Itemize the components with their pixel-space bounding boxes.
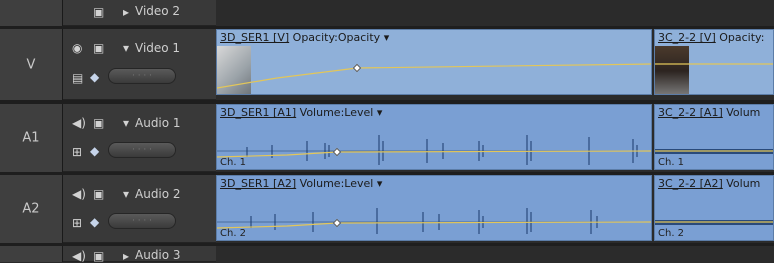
eye-icon[interactable]: ◉ — [72, 42, 82, 54]
collapse-triangle-icon[interactable]: ▾ — [123, 42, 129, 54]
track-name: Audio 3 — [135, 248, 181, 262]
sync-lock-icon[interactable]: ▣ — [93, 117, 104, 129]
collapse-triangle-icon[interactable]: ▾ — [123, 117, 129, 129]
keyframe-icon[interactable]: ◆ — [90, 216, 99, 228]
sync-lock-icon[interactable]: ▣ — [93, 42, 104, 54]
clip[interactable]: 3C_2-2 [A2] Volum Ch. 2 — [654, 175, 774, 241]
track-lane-audio3[interactable] — [216, 246, 774, 262]
track-header-video1: ◉ ▣ ▾ Video 1 ▤ ◆ · · · · — [63, 29, 216, 100]
timeline-panel: ▣ ▸ Video 2 V ◉ ▣ ▾ Video 1 ▤ ◆ · · · · … — [0, 0, 774, 262]
clip[interactable]: 3D_SER1 [A2] Volume:Level ▾ Ch. 2 — [216, 175, 652, 241]
display-style-icon[interactable]: ▤ — [72, 72, 83, 84]
track-target-video1[interactable]: V — [0, 29, 63, 100]
clip[interactable]: 3C_2-2 [V] Opacity: — [654, 29, 774, 95]
clip[interactable]: 3C_2-2 [A1] Volum Ch. 1 — [654, 104, 774, 170]
track-name: Audio 1 — [135, 116, 181, 130]
channel-label: Ch. 2 — [658, 228, 685, 239]
track-header-video2: ▣ ▸ Video 2 — [63, 0, 216, 26]
waveform-icon[interactable]: ⊞ — [72, 146, 82, 158]
keyframe-navigator[interactable]: · · · · — [108, 142, 176, 158]
opacity-rubberband[interactable] — [217, 30, 652, 95]
track-target-audio1[interactable]: A1 — [0, 104, 63, 172]
collapse-triangle-icon[interactable]: ▾ — [123, 188, 129, 200]
track-header-audio2: ◀) ▣ ▾ Audio 2 ⊞ ◆ · · · · — [63, 175, 216, 243]
speaker-icon[interactable]: ◀) — [72, 250, 86, 262]
collapse-triangle-icon[interactable]: ▸ — [123, 6, 129, 18]
keyframe-navigator[interactable]: · · · · — [108, 68, 176, 84]
track-lane-video2[interactable] — [216, 0, 774, 26]
track-header-audio3: ◀) ▣ ▸ Audio 3 — [63, 246, 216, 262]
channel-label: Ch. 2 — [220, 228, 247, 239]
toggle-output-icon[interactable]: ▣ — [93, 6, 104, 18]
track-lane-audio2[interactable]: 3D_SER1 [A2] Volume:Level ▾ Ch. 2 3C_2-2… — [216, 175, 774, 243]
track-id-label: A1 — [22, 130, 40, 146]
track-name: Video 2 — [135, 4, 181, 18]
keyframe-icon[interactable]: ◆ — [90, 145, 99, 157]
track-header-audio1: ◀) ▣ ▾ Audio 1 ⊞ ◆ · · · · — [63, 104, 216, 172]
track-name: Video 1 — [135, 41, 181, 55]
track-target-video2[interactable] — [0, 0, 63, 26]
track-id-label: A2 — [22, 201, 40, 217]
keyframe-navigator[interactable]: · · · · — [108, 213, 176, 229]
channel-label: Ch. 1 — [220, 157, 247, 168]
track-target-audio3[interactable] — [0, 246, 63, 262]
audio-waveform — [217, 208, 651, 234]
audio-waveform — [217, 135, 651, 165]
collapse-triangle-icon[interactable]: ▸ — [123, 250, 129, 262]
speaker-icon[interactable]: ◀) — [72, 188, 86, 200]
opacity-rubberband[interactable] — [655, 30, 774, 95]
sync-lock-icon[interactable]: ▣ — [93, 188, 104, 200]
clip[interactable]: 3D_SER1 [V] Opacity:Opacity ▾ — [216, 29, 652, 95]
sync-lock-icon[interactable]: ▣ — [93, 250, 104, 262]
clip[interactable]: 3D_SER1 [A1] Volume:Level ▾ Ch. 1 — [216, 104, 652, 170]
waveform-icon[interactable]: ⊞ — [72, 217, 82, 229]
track-id-label: V — [26, 57, 36, 72]
track-target-audio2[interactable]: A2 — [0, 175, 63, 243]
speaker-icon[interactable]: ◀) — [72, 117, 86, 129]
track-lane-audio1[interactable]: 3D_SER1 [A1] Volume:Level ▾ Ch. 1 3C_2-2… — [216, 104, 774, 172]
channel-label: Ch. 1 — [658, 157, 685, 168]
keyframe-icon[interactable]: ◆ — [90, 71, 99, 83]
track-lane-video1[interactable]: 3D_SER1 [V] Opacity:Opacity ▾ 3C_2-2 [V]… — [216, 29, 774, 100]
track-name: Audio 2 — [135, 187, 181, 201]
